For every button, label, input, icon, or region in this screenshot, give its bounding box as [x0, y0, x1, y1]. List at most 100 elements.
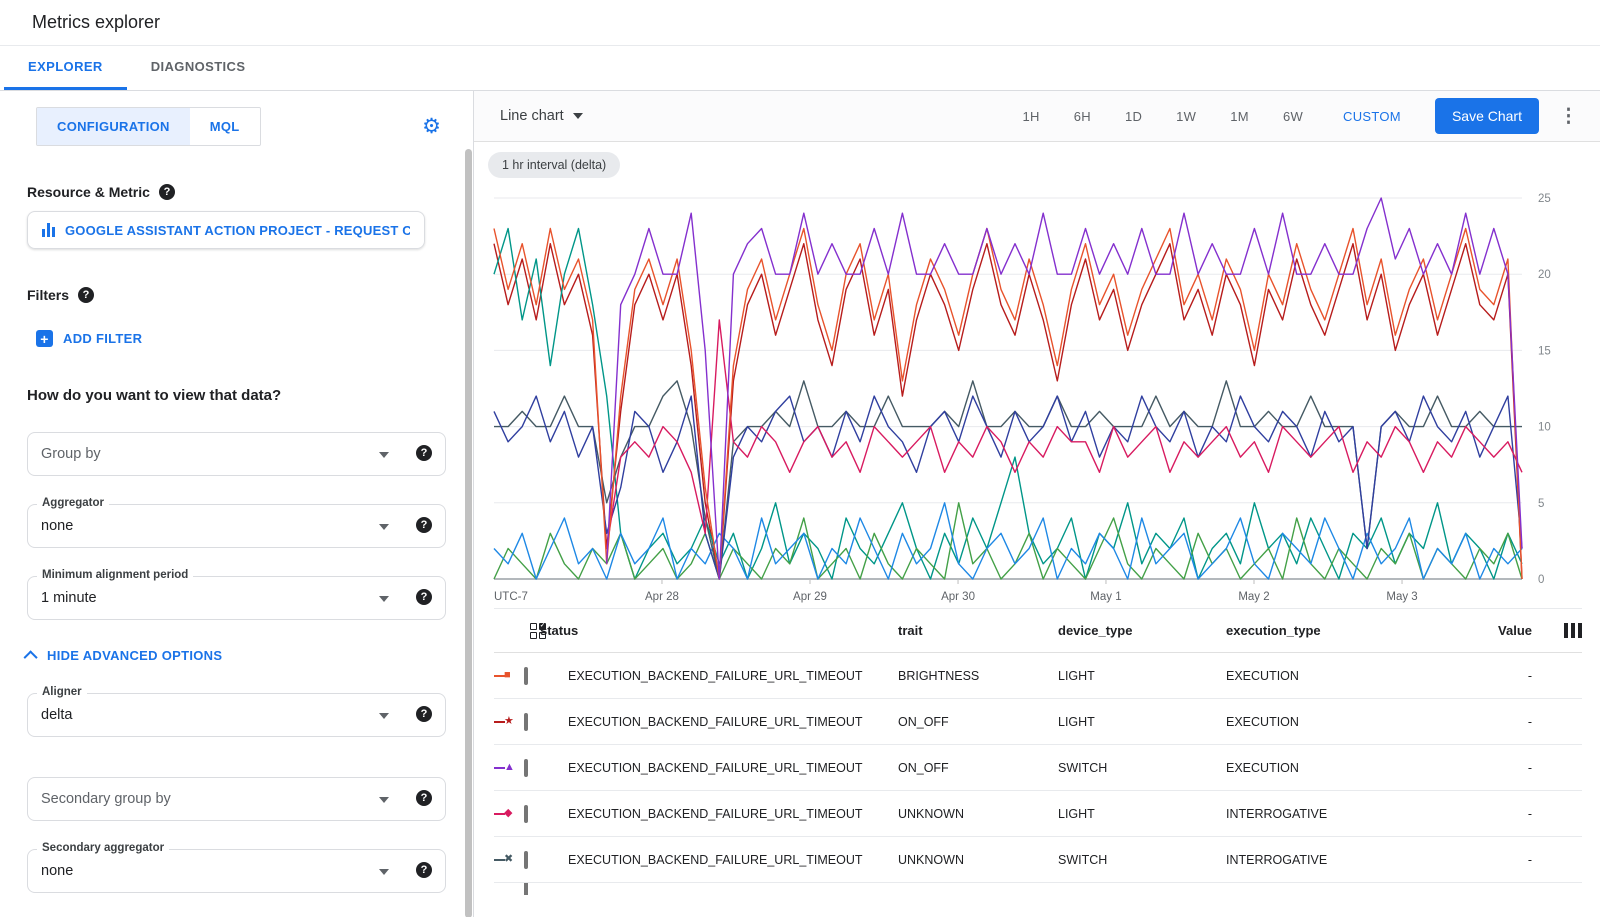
aligner-value: delta [41, 707, 72, 723]
page-title: Metrics explorer [32, 12, 160, 33]
add-filter-label: ADD FILTER [63, 331, 142, 346]
chart-area: 1 hr interval (delta) 0510152025UTC-7Apr… [474, 142, 1600, 608]
series-marker-glyph: ▲ [504, 762, 515, 773]
aggregator-field[interactable]: Aggregator none ? [27, 504, 446, 548]
cell-device-type: SWITCH [1058, 853, 1226, 867]
dropdown-caret-icon [379, 596, 389, 602]
row-checkbox[interactable] [524, 759, 528, 777]
table-row[interactable]: ◆ EXECUTION_BACKEND_FAILURE_URL_TIMEOUT … [494, 791, 1582, 837]
secondary-aggregator-field[interactable]: Secondary aggregator none ? [27, 849, 446, 893]
dropdown-caret-icon [379, 524, 389, 530]
cell-trait: BRIGHTNESS [898, 669, 1058, 683]
svg-text:Apr 30: Apr 30 [941, 591, 975, 603]
mode-toggle: CONFIGURATION MQL [36, 107, 261, 146]
chevron-down-icon [573, 113, 583, 119]
aligner-field[interactable]: Aligner delta ? [27, 693, 446, 737]
row-checkbox[interactable] [524, 805, 528, 823]
add-filter-button[interactable]: + ADD FILTER [36, 330, 473, 347]
line-chart-svg[interactable]: 0510152025UTC-7Apr 28Apr 29Apr 30May 1Ma… [488, 184, 1588, 608]
cell-trait: UNKNOWN [898, 853, 1058, 867]
cell-value: - [1528, 853, 1538, 867]
cell-execution-type: EXECUTION [1226, 761, 1466, 775]
series-marker-glyph: ◆ [504, 808, 512, 819]
series-marker-icon: ✖ [494, 854, 524, 865]
dropdown-caret-icon [379, 713, 389, 719]
left-panel-scrollbar[interactable] [465, 149, 472, 917]
range-1m-button[interactable]: 1M [1230, 109, 1249, 124]
series-marker-icon: ■ [494, 670, 524, 681]
cell-execution-type: EXECUTION [1226, 669, 1466, 683]
settings-gear-icon[interactable]: ⚙ [422, 116, 441, 137]
resource-metric-label: Resource & Metric [27, 184, 150, 200]
interval-chip: 1 hr interval (delta) [488, 152, 620, 178]
help-icon-secondary-group-by[interactable]: ? [416, 790, 432, 806]
svg-text:20: 20 [1538, 269, 1551, 281]
range-6w-button[interactable]: 6W [1283, 109, 1303, 124]
range-1d-button[interactable]: 1D [1125, 109, 1142, 124]
row-checkbox[interactable] [524, 883, 528, 895]
group-by-placeholder: Group by [41, 446, 101, 462]
help-icon-secondary-aggregator[interactable]: ? [416, 862, 432, 878]
filters-label: Filters [27, 287, 69, 303]
svg-text:May 2: May 2 [1238, 591, 1269, 603]
kebab-menu-icon[interactable]: ⋮ [1559, 105, 1578, 128]
help-icon-min-alignment[interactable]: ? [416, 589, 432, 605]
tab-bar: EXPLORER DIAGNOSTICS [0, 46, 1600, 91]
row-checkbox[interactable] [524, 851, 528, 869]
configuration-toggle-button[interactable]: CONFIGURATION [37, 108, 190, 145]
table-row[interactable]: ✖ EXECUTION_BACKEND_FAILURE_URL_TIMEOUT … [494, 837, 1582, 883]
cell-status: EXECUTION_BACKEND_FAILURE_URL_TIMEOUT [568, 761, 898, 775]
group-by-field[interactable]: Group by ? [27, 432, 446, 476]
svg-text:May 1: May 1 [1090, 591, 1121, 603]
range-6h-button[interactable]: 6H [1074, 109, 1091, 124]
row-checkbox[interactable] [524, 667, 528, 685]
dropdown-caret-icon [379, 869, 389, 875]
add-box-icon: + [36, 330, 53, 347]
column-value[interactable]: Value [1498, 623, 1538, 638]
help-icon-group-by[interactable]: ? [416, 445, 432, 461]
hide-advanced-options-button[interactable]: HIDE ADVANCED OPTIONS [27, 648, 473, 663]
aligner-label: Aligner [37, 686, 87, 698]
range-custom-button[interactable]: CUSTOM [1343, 109, 1401, 124]
cell-value: - [1528, 807, 1538, 821]
cell-trait: UNKNOWN [898, 807, 1058, 821]
range-1h-button[interactable]: 1H [1023, 109, 1040, 124]
secondary-aggregator-label: Secondary aggregator [37, 842, 169, 854]
table-row[interactable]: ★ EXECUTION_BACKEND_FAILURE_URL_TIMEOUT … [494, 699, 1582, 745]
configuration-panel: CONFIGURATION MQL ⚙ Resource & Metric ? … [0, 91, 474, 917]
column-status[interactable]: status [540, 623, 898, 638]
cell-value: - [1528, 669, 1538, 683]
secondary-group-by-placeholder: Secondary group by [41, 791, 171, 807]
tab-explorer[interactable]: EXPLORER [4, 46, 127, 90]
help-icon-aggregator[interactable]: ? [416, 517, 432, 533]
save-chart-button[interactable]: Save Chart [1435, 98, 1539, 134]
mql-toggle-button[interactable]: MQL [190, 108, 260, 145]
min-alignment-label: Minimum alignment period [37, 569, 193, 581]
column-trait[interactable]: trait [898, 623, 1058, 638]
table-row[interactable]: ▲ EXECUTION_BACKEND_FAILURE_URL_TIMEOUT … [494, 745, 1582, 791]
cell-device-type: SWITCH [1058, 761, 1226, 775]
secondary-group-by-field[interactable]: Secondary group by ? [27, 777, 446, 821]
min-alignment-field[interactable]: Minimum alignment period 1 minute ? [27, 576, 446, 620]
table-header: ✓ status trait device_type execution_typ… [494, 608, 1582, 653]
series-marker-glyph: ★ [504, 716, 514, 727]
table-row[interactable]: ■ EXECUTION_BACKEND_FAILURE_URL_TIMEOUT … [494, 653, 1582, 699]
title-bar: Metrics explorer [0, 0, 1600, 46]
column-execution-type[interactable]: execution_type [1226, 623, 1466, 638]
help-icon-resource-metric[interactable]: ? [159, 184, 175, 200]
secondary-aggregator-value: none [41, 863, 73, 879]
chart-type-dropdown[interactable]: Line chart [500, 108, 583, 124]
series-marker-icon: ◆ [494, 808, 524, 819]
tab-diagnostics[interactable]: DIAGNOSTICS [127, 46, 270, 90]
cell-execution-type: INTERROGATIVE [1226, 853, 1466, 867]
help-icon-aligner[interactable]: ? [416, 706, 432, 722]
svg-text:25: 25 [1538, 193, 1551, 205]
range-1w-button[interactable]: 1W [1176, 109, 1196, 124]
help-icon-filters[interactable]: ? [78, 287, 94, 303]
column-device-type[interactable]: device_type [1058, 623, 1226, 638]
metric-chip[interactable]: GOOGLE ASSISTANT ACTION PROJECT - REQUES… [27, 211, 425, 249]
svg-text:Apr 29: Apr 29 [793, 591, 827, 603]
column-settings-icon[interactable] [1564, 623, 1582, 638]
row-checkbox[interactable] [524, 713, 528, 731]
svg-text:May 3: May 3 [1386, 591, 1417, 603]
